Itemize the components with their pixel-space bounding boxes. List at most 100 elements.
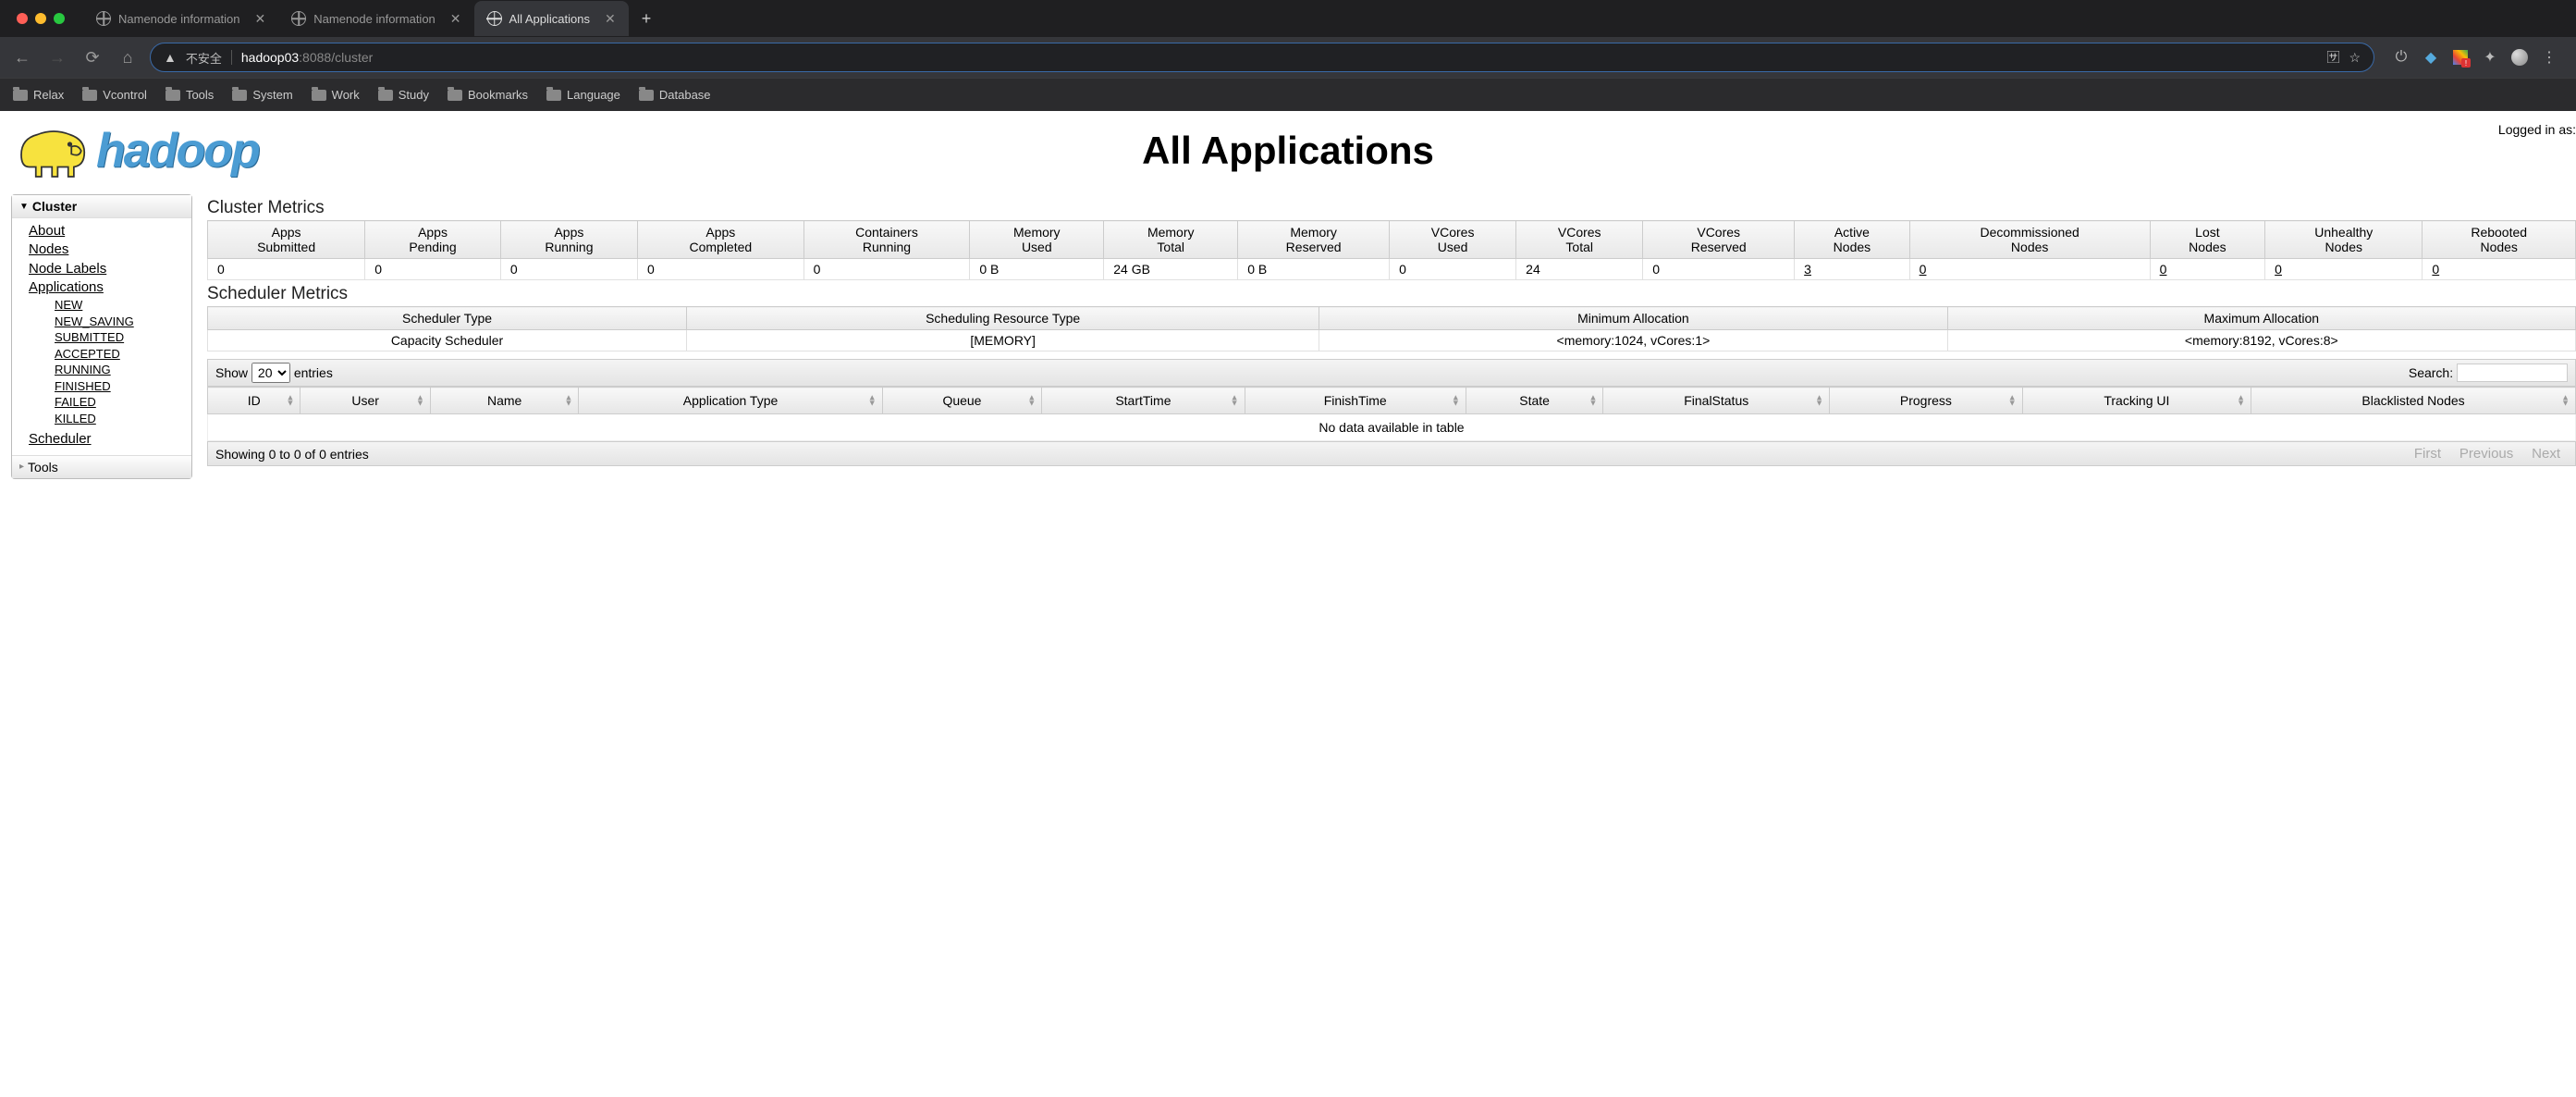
sidebar-body: About Nodes Node Labels Applications NEW… [12, 218, 191, 455]
tab-close-button[interactable]: ✕ [255, 11, 266, 27]
node-count-link[interactable]: 3 [1804, 262, 1811, 277]
table-header: Scheduling Resource Type [687, 307, 1319, 330]
tab-close-button[interactable]: ✕ [450, 11, 461, 27]
bookmark-item[interactable]: Relax [13, 88, 64, 102]
bookmark-item[interactable]: Database [639, 88, 711, 102]
pager-next[interactable]: Next [2524, 444, 2568, 463]
bookmark-item[interactable]: Study [378, 88, 429, 102]
table-cell: 0 [1390, 259, 1516, 280]
sidebar-tools-header[interactable]: ▸ Tools [12, 455, 191, 478]
bookmark-item[interactable]: Tools [166, 88, 214, 102]
sortable-header[interactable]: Tracking UI▲▼ [2022, 388, 2251, 414]
elephant-icon [13, 118, 94, 183]
sort-icon: ▲▼ [286, 395, 294, 407]
url-text: hadoop03:8088/cluster [241, 50, 373, 65]
insecure-icon: ▲ [164, 50, 177, 65]
sortable-header[interactable]: FinishTime▲▼ [1245, 388, 1466, 414]
folder-icon [13, 90, 28, 101]
table-header: AppsRunning [500, 221, 637, 259]
sidebar-cluster-header[interactable]: ▼ Cluster [12, 195, 191, 218]
new-tab-button[interactable]: + [629, 9, 665, 29]
table-footer: Showing 0 to 0 of 0 entries First Previo… [207, 441, 2576, 466]
address-bar[interactable]: ▲ 不安全 hadoop03:8088/cluster 🈂 ☆ [150, 43, 2374, 72]
forward-button[interactable]: → [44, 44, 70, 70]
sidebar-link-scheduler[interactable]: Scheduler [29, 430, 191, 449]
window-minimize-button[interactable] [35, 13, 46, 24]
page-header: hadoop All Applications Logged in as: [0, 111, 2576, 187]
sortable-header[interactable]: Blacklisted Nodes▲▼ [2251, 388, 2576, 414]
sidebar-app-state-link[interactable]: SUBMITTED [55, 329, 191, 346]
bookmark-item[interactable]: Language [546, 88, 620, 102]
sortable-header[interactable]: Application Type▲▼ [579, 388, 882, 414]
browser-tab[interactable]: Namenode information✕ [83, 1, 278, 36]
node-count-link[interactable]: 0 [1920, 262, 1927, 277]
pager-first[interactable]: First [2407, 444, 2448, 463]
tab-strip: Namenode information✕Namenode informatio… [0, 0, 2576, 37]
bookmark-label: Relax [33, 88, 64, 102]
reload-button[interactable]: ⟳ [80, 44, 105, 70]
page-size-select[interactable]: 20 [251, 363, 290, 383]
table-header: VCoresTotal [1516, 221, 1643, 259]
bookmark-label: Language [567, 88, 620, 102]
table-cell: 24 GB [1104, 259, 1238, 280]
sidebar-app-state-link[interactable]: FAILED [55, 394, 191, 411]
sidebar-link-nodes[interactable]: Nodes [29, 240, 191, 259]
table-cell: [MEMORY] [687, 330, 1319, 351]
table-cell: 0 [2150, 259, 2265, 280]
table-cell: 0 [1643, 259, 1795, 280]
home-button[interactable]: ⌂ [115, 44, 141, 70]
sortable-header[interactable]: StartTime▲▼ [1042, 388, 1245, 414]
sort-icon: ▲▼ [1231, 395, 1239, 407]
bookmark-item[interactable]: System [232, 88, 292, 102]
sidebar-app-state-link[interactable]: NEW_SAVING [55, 314, 191, 330]
tab-close-button[interactable]: ✕ [605, 11, 616, 27]
folder-icon [448, 90, 462, 101]
gem-icon[interactable]: ◆ [2423, 49, 2439, 66]
sortable-header[interactable]: FinalStatus▲▼ [1603, 388, 1830, 414]
puzzle-icon[interactable]: ✦ [2482, 49, 2498, 66]
tab-title: All Applications [509, 12, 590, 26]
node-count-link[interactable]: 0 [2432, 262, 2439, 277]
sortable-header[interactable]: Progress▲▼ [1830, 388, 2023, 414]
bookmarks-bar: Relax Vcontrol Tools System Work Study Bookmar… [0, 78, 2576, 111]
table-header: AppsSubmitted [208, 221, 365, 259]
window-maximize-button[interactable] [54, 13, 65, 24]
chevron-right-icon: ▸ [19, 462, 24, 472]
sidebar-app-state-link[interactable]: NEW [55, 297, 191, 314]
search-input[interactable] [2457, 364, 2568, 382]
window-close-button[interactable] [17, 13, 28, 24]
back-button[interactable]: ← [9, 44, 35, 70]
star-icon[interactable]: ☆ [2349, 50, 2361, 66]
profile-avatar[interactable] [2511, 49, 2528, 66]
browser-tab[interactable]: All Applications ✕ [474, 1, 629, 36]
power-icon[interactable]: ⏻ [2393, 49, 2410, 66]
browser-tab[interactable]: Namenode information✕ [278, 1, 473, 36]
menu-icon[interactable]: ⋮ [2541, 49, 2558, 66]
sortable-header[interactable]: User▲▼ [301, 388, 430, 414]
sort-icon: ▲▼ [1452, 395, 1460, 407]
sidebar-link-applications[interactable]: Applications [29, 278, 191, 297]
node-count-link[interactable]: 0 [2160, 262, 2167, 277]
sortable-header[interactable]: ID▲▼ [208, 388, 301, 414]
bookmark-item[interactable]: Vcontrol [82, 88, 147, 102]
bookmark-item[interactable]: Bookmarks [448, 88, 528, 102]
bookmark-label: Database [659, 88, 711, 102]
pager-prev[interactable]: Previous [2452, 444, 2521, 463]
hadoop-logo: hadoop [13, 118, 259, 183]
sidebar-app-state-link[interactable]: KILLED [55, 411, 191, 427]
extension-icon[interactable]: ! [2452, 49, 2469, 66]
no-data-cell: No data available in table [208, 414, 2576, 441]
node-count-link[interactable]: 0 [2275, 262, 2282, 277]
sidebar-app-state-link[interactable]: FINISHED [55, 378, 191, 395]
sortable-header[interactable]: State▲▼ [1466, 388, 1603, 414]
sidebar-link-node-labels[interactable]: Node Labels [29, 260, 191, 278]
sidebar-app-state-link[interactable]: RUNNING [55, 362, 191, 378]
translate-icon[interactable]: 🈂 [2326, 48, 2339, 67]
scheduler-metrics-title: Scheduler Metrics [207, 284, 2576, 304]
sortable-header[interactable]: Name▲▼ [430, 388, 579, 414]
sidebar-app-state-link[interactable]: ACCEPTED [55, 346, 191, 363]
sidebar-link-about[interactable]: About [29, 222, 191, 240]
bookmark-item[interactable]: Work [312, 88, 360, 102]
sort-icon: ▲▼ [2008, 395, 2017, 407]
sortable-header[interactable]: Queue▲▼ [882, 388, 1042, 414]
